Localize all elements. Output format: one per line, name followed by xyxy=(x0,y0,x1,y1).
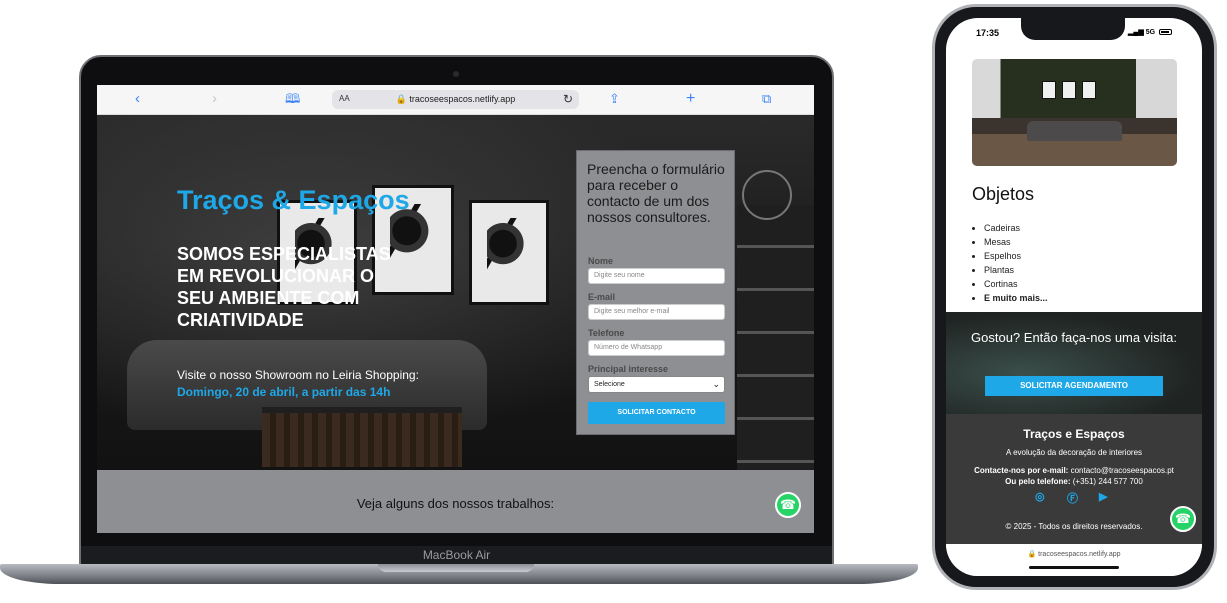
works-heading: Veja alguns dos nossos trabalhos: xyxy=(356,496,555,511)
plus-icon[interactable]: + xyxy=(686,91,695,107)
request-contact-button[interactable]: SOLICITAR CONTACTO xyxy=(588,402,725,424)
phone-label: Ou pelo telefone: xyxy=(1005,477,1071,486)
list-item: Cortinas xyxy=(984,277,1048,291)
footer-title: Traços e Espaços xyxy=(1023,427,1125,441)
visit-cta-text: Gostou? Então faça-nos uma visita: xyxy=(971,330,1177,345)
laptop-screen: ‹ › 🕮 AA 🔒 tracoseespacos.netlify.app ↻ … xyxy=(97,85,814,533)
tabs-icon[interactable]: ⧉ xyxy=(762,91,771,107)
interest-label: Principal interesse xyxy=(588,364,669,374)
hero-section: Traços & Espaços SOMOS ESPECIALISTAS EM … xyxy=(97,115,814,470)
lamp-image xyxy=(742,170,792,220)
email-label: Contacte-nos por e-mail: xyxy=(974,466,1069,475)
url-text: 🔒 tracoseespacos.netlify.app xyxy=(1027,551,1121,558)
works-section: Veja alguns dos nossos trabalhos: ☎ xyxy=(97,470,814,533)
wall-art-frame xyxy=(469,200,549,305)
browser-toolbar: ‹ › 🕮 AA 🔒 tracoseespacos.netlify.app ↻ … xyxy=(97,85,814,115)
whatsapp-icon[interactable]: ☎ xyxy=(775,492,801,518)
coffee-table-image xyxy=(262,407,462,467)
site-footer: Traços e Espaços A evolução da decoração… xyxy=(946,414,1202,544)
wall-art-frame xyxy=(1062,81,1076,99)
whatsapp-icon[interactable]: ☎ xyxy=(1170,506,1196,532)
phone-label: Telefone xyxy=(588,328,625,338)
interest-selected-value: Selecione xyxy=(594,381,625,388)
network-label: 5G xyxy=(1145,29,1156,36)
email-link[interactable]: contacto@tracoseespacos.pt xyxy=(1071,466,1174,475)
chevron-down-icon: ⌄ xyxy=(712,379,720,389)
visit-cta-section: Gostou? Então faça-nos uma visita: SOLIC… xyxy=(946,312,1202,414)
wall-art-frame xyxy=(1042,81,1056,99)
name-input[interactable]: Digite seu nome xyxy=(588,268,725,284)
copyright-text: © 2025 - Todos os direitos reservados. xyxy=(1005,522,1143,531)
phone-address-bar[interactable]: 🔒 tracoseespacos.netlify.app xyxy=(946,544,1202,576)
list-item: Espelhos xyxy=(984,249,1048,263)
phone-number[interactable]: (+351) 244 577 700 xyxy=(1073,477,1143,486)
phone-notch xyxy=(1021,18,1125,40)
instagram-icon[interactable]: ◎ xyxy=(1035,490,1045,503)
footer-phone-line: Ou pelo telefone: (+351) 244 577 700 xyxy=(946,477,1202,486)
showroom-date: Domingo, 20 de abril, a partir das 14h xyxy=(177,385,391,399)
request-appointment-button[interactable]: SOLICITAR AGENDAMENTO xyxy=(985,376,1163,396)
list-item: E muito mais... xyxy=(984,291,1048,305)
laptop-chin: MacBook Air xyxy=(81,546,832,565)
showroom-text: Visite o nosso Showroom no Leiria Shoppi… xyxy=(177,368,419,382)
share-icon[interactable]: ⇪ xyxy=(609,91,620,107)
laptop-hinge-notch xyxy=(378,564,534,572)
wall-art-frame xyxy=(1082,81,1096,99)
chevron-right-icon[interactable]: › xyxy=(212,91,217,107)
chevron-left-icon[interactable]: ‹ xyxy=(135,91,140,107)
battery-icon xyxy=(1159,29,1172,36)
reload-icon[interactable]: ↻ xyxy=(563,92,573,106)
interest-select[interactable]: Selecione ⌄ xyxy=(588,376,725,393)
list-item: Cadeiras xyxy=(984,221,1048,235)
bookshelf-image xyxy=(737,205,814,470)
interior-photo xyxy=(972,59,1177,166)
laptop-model-label: MacBook Air xyxy=(422,548,491,562)
phone-screen: 17:35 ▂▄▆ 5G Objetos Cadeiras Mesas Espe… xyxy=(946,18,1202,576)
email-label: E-mail xyxy=(588,292,616,302)
status-time: 17:35 xyxy=(976,28,1000,38)
contact-form: Preencha o formulário para receber o con… xyxy=(576,150,735,435)
phone-input[interactable]: Número de Whatsapp xyxy=(588,340,725,356)
form-heading: Preencha o formulário para receber o con… xyxy=(587,161,725,225)
status-indicators: ▂▄▆ 5G xyxy=(1128,28,1172,36)
name-label: Nome xyxy=(588,256,614,266)
footer-subtitle: A evolução da decoração de interiores xyxy=(1005,448,1143,457)
youtube-icon[interactable]: ▶ xyxy=(1099,490,1107,503)
sofa-image xyxy=(1027,121,1122,141)
hero-title: Traços & Espaços xyxy=(177,185,410,215)
facebook-icon[interactable]: Ⓕ xyxy=(1067,490,1078,506)
list-item: Mesas xyxy=(984,235,1048,249)
objects-heading: Objetos xyxy=(972,184,1035,204)
email-input[interactable]: Digite seu melhor e-mail xyxy=(588,304,725,320)
hero-tagline: SOMOS ESPECIALISTAS EM REVOLUCIONAR O SE… xyxy=(177,244,391,330)
list-item: Plantas xyxy=(984,263,1048,277)
footer-email-line: Contacte-nos por e-mail: contacto@tracos… xyxy=(946,466,1202,475)
book-icon[interactable]: 🕮 xyxy=(285,91,300,107)
home-indicator[interactable] xyxy=(1029,566,1119,569)
url-text: 🔒 tracoseespacos.netlify.app xyxy=(395,94,516,104)
signal-icon: ▂▄▆ xyxy=(1128,29,1144,36)
address-bar[interactable]: AA 🔒 tracoseespacos.netlify.app ↻ xyxy=(332,90,579,109)
objects-list: Cadeiras Mesas Espelhos Plantas Cortinas… xyxy=(984,221,1048,305)
laptop-camera xyxy=(453,71,459,77)
